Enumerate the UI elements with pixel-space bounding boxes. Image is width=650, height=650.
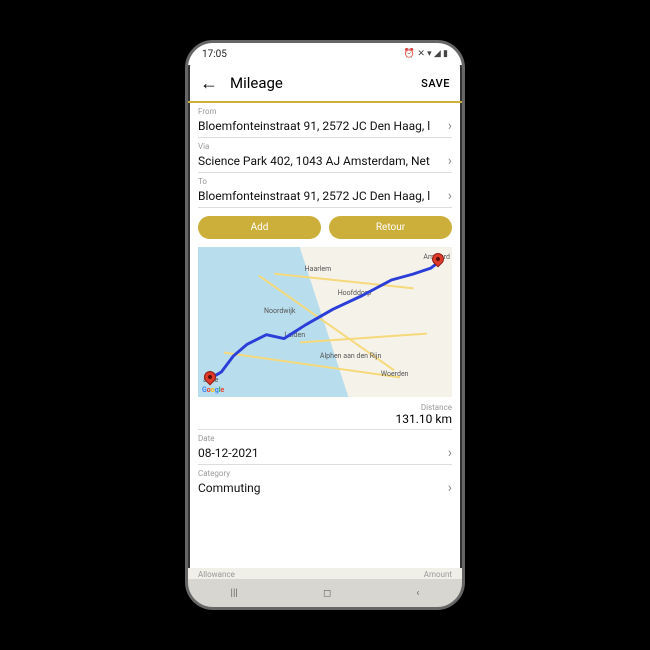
distance-block: Distance 131.10 km: [198, 397, 452, 430]
chevron-right-icon: ›: [442, 188, 452, 204]
from-field[interactable]: From Bloemfonteinstraat 91, 2572 JC Den …: [198, 103, 452, 138]
chevron-right-icon: ›: [442, 445, 452, 461]
status-icons: ⏰ ✕ ▾ ◢ ▮: [404, 49, 448, 59]
from-label: From: [198, 107, 452, 116]
home-icon[interactable]: ◻: [323, 588, 331, 599]
category-label: Category: [198, 469, 452, 478]
to-field[interactable]: To Bloemfonteinstraat 91, 2572 JC Den Ha…: [198, 173, 452, 208]
android-nav-bar: ||| ◻ ‹: [188, 579, 462, 607]
google-logo: Google: [202, 386, 224, 394]
distance-value: 131.10 km: [198, 412, 452, 426]
recents-icon[interactable]: |||: [231, 588, 238, 599]
back-icon[interactable]: ←: [200, 73, 218, 94]
back-nav-icon[interactable]: ‹: [416, 588, 419, 599]
route-line: [198, 247, 452, 397]
content: From Bloemfonteinstraat 91, 2572 JC Den …: [188, 103, 462, 568]
distance-label: Distance: [198, 403, 452, 412]
allowance-label: Allowance: [198, 570, 235, 579]
save-button[interactable]: SAVE: [421, 77, 450, 90]
chevron-right-icon: ›: [442, 153, 452, 169]
chevron-right-icon: ›: [442, 480, 452, 496]
via-label: Via: [198, 142, 452, 151]
button-row: Add Retour: [198, 216, 452, 239]
amount-label: Amount: [424, 570, 452, 579]
status-bar: 17:05 ⏰ ✕ ▾ ◢ ▮: [188, 43, 462, 65]
status-time: 17:05: [202, 49, 227, 60]
date-value: 08-12-2021: [198, 446, 442, 460]
via-field[interactable]: Via Science Park 402, 1043 AJ Amsterdam,…: [198, 138, 452, 173]
category-value: Commuting: [198, 481, 442, 495]
date-field[interactable]: Date 08-12-2021 ›: [198, 430, 452, 465]
page-title: Mileage: [230, 74, 409, 92]
phone-frame: 17:05 ⏰ ✕ ▾ ◢ ▮ ← Mileage SAVE From Bloe…: [185, 40, 465, 610]
via-value: Science Park 402, 1043 AJ Amsterdam, Net: [198, 154, 442, 168]
chevron-right-icon: ›: [442, 118, 452, 134]
add-button[interactable]: Add: [198, 216, 321, 239]
partial-row: Allowance Amount: [188, 568, 462, 579]
from-value: Bloemfonteinstraat 91, 2572 JC Den Haag,…: [198, 119, 442, 133]
retour-button[interactable]: Retour: [329, 216, 452, 239]
route-map[interactable]: Haarlem Amsterd Hoofddorp Noordwijk Leid…: [198, 247, 452, 397]
date-label: Date: [198, 434, 452, 443]
to-value: Bloemfonteinstraat 91, 2572 JC Den Haag,…: [198, 189, 442, 203]
category-field[interactable]: Category Commuting ›: [198, 465, 452, 499]
app-bar: ← Mileage SAVE: [188, 65, 462, 103]
to-label: To: [198, 177, 452, 186]
